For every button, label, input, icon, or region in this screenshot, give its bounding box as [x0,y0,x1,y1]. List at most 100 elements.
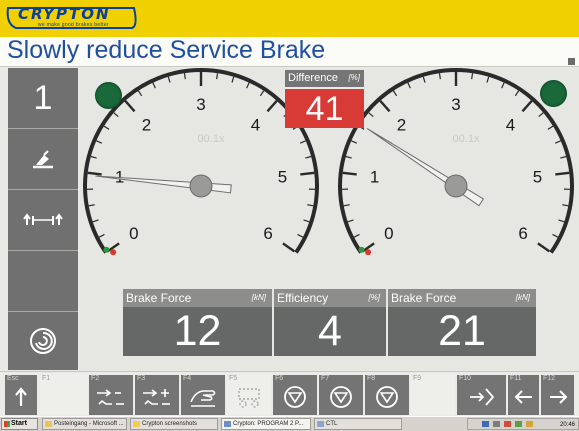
fkey-label: F10 [459,375,472,382]
right-gauge-tick [342,171,357,176]
function-key-bar: Esc F1 F2 F3 F4 F5 F6 F7 F8 F9 F10 F11 F… [0,371,579,416]
left-gauge-tick [90,155,97,159]
right-gauge-tick [538,112,544,118]
top-bar: CRYPTON we make good brakes better [0,0,579,37]
left-gauge-tick [98,233,105,238]
right-gauge-scale-label: 2 [397,116,406,135]
alert-icon[interactable] [526,421,533,427]
network-icon[interactable] [482,421,489,427]
right-gauge-tick [347,219,354,223]
sidebar-item-spiral[interactable] [8,312,78,370]
axle-icon [23,213,63,225]
dashed-vehicle-icon [238,388,260,408]
taskbar-item-outlook[interactable]: Posteingang - Microsoft ... [42,418,127,430]
windows-flag-icon [4,421,10,427]
left-gauge-tick [87,171,102,176]
right-gauge-scale-label: 3 [451,95,460,114]
left-gauge-tick [183,73,186,80]
fkey-label: F6 [275,375,284,382]
logo-tagline: we make good brakes better [38,22,109,28]
taskbar-item-screenshots[interactable]: Crypton screenshots [130,418,218,430]
key-f10[interactable]: F10 [457,375,506,415]
key-f1[interactable]: F1 [40,375,88,415]
right-gauge-tick [552,233,559,238]
left-gauge-tick [216,73,219,80]
sidebar-item-brake[interactable] [8,129,78,190]
difference-unit: [%] [348,73,360,82]
left-gauge-scale-label: 3 [196,95,205,114]
left-gauge-tick [282,242,296,253]
left-gauge-scale-label: 0 [129,224,138,243]
right-gauge-tick [471,73,474,80]
mail-icon [45,421,52,427]
key-f2[interactable]: F2 [89,375,133,415]
right-gauge-tick [537,242,551,253]
left-gauge-zero-green [103,246,110,253]
right-gauge-tick [438,73,441,80]
key-f6[interactable]: F6 [273,375,317,415]
fkey-label: F9 [413,375,422,382]
right-gauge-scale-label: 5 [533,167,542,186]
left-gauge-hub [189,174,213,198]
key-f8[interactable]: F8 [365,375,409,415]
sidebar-item-empty[interactable] [8,251,78,312]
sidebar-item-axle[interactable] [8,190,78,251]
taskbar-item-ctl[interactable]: CTL [314,418,402,430]
task-label: Posteingang - Microsoft ... [54,421,124,427]
task-label: CTL [326,421,338,427]
key-f5[interactable]: F5 [227,375,271,415]
triangle-down-icon [330,386,352,408]
left-gauge-tick [300,171,315,176]
brake-pedal-icon [33,150,53,169]
arrow-enter-icon [469,388,494,406]
difference-header: Difference [%] [285,70,364,87]
arrow-up-icon [15,387,27,406]
left-gauge-tick [297,233,304,238]
left-gauge-tick [299,140,306,144]
fkey-label: F3 [137,375,146,382]
hand-icon [190,390,216,407]
right-gauge-scale-label: 6 [518,224,527,243]
left-gauge-tick [231,76,235,83]
left-brake-force-panel: Brake Force [kN] 12 [123,289,272,356]
right-gauge-zero-red [365,249,372,256]
task-label: Crypton: PROGRAM 2 P... [233,421,304,427]
fkey-label: F5 [229,375,238,382]
update-icon[interactable] [515,421,522,427]
left-gauge-tick [259,90,265,97]
key-f9[interactable]: F9 [411,375,455,415]
left-gauge-tick [88,204,95,207]
right-gauge-scale-label: 4 [506,116,515,135]
shield-icon[interactable] [504,421,511,427]
right-gauge-zero-green [358,246,365,253]
speaker-icon[interactable] [493,421,500,427]
right-gauge-tick [501,82,505,89]
key-f3[interactable]: F3 [135,375,179,415]
start-label: Start [11,420,27,427]
key-esc[interactable]: Esc [5,375,37,415]
right-brake-force-panel: Brake Force [kN] 21 [388,289,536,356]
key-f7[interactable]: F7 [319,375,363,415]
fkey-label: Esc [7,375,19,382]
right-gauge-tick [560,155,567,159]
panel-unit: [kN] [515,293,530,302]
triangle-down-icon [284,386,306,408]
key-f4[interactable]: F4 [181,375,225,415]
left-gauge-tick [137,90,143,97]
right-gauge-tick [547,125,554,130]
left-gauge-watermark: 00.1x [198,133,225,145]
taskbar-item-crypton[interactable]: Crypton: PROGRAM 2 P... [221,418,311,430]
left-gauge-scale-label: 4 [251,116,260,135]
fkey-label: F1 [42,375,51,382]
page-title: Slowly reduce Service Brake [7,36,326,64]
start-button[interactable]: Start [1,418,38,430]
right-gauge-watermark: 00.1x [453,133,480,145]
taskbar-clock: 20:46 [559,422,575,428]
key-f11[interactable]: F11 [508,375,539,415]
left-brake-force-value: 12 [173,307,222,355]
sidebar-item-step[interactable]: 1 [8,68,78,129]
key-f12[interactable]: F12 [541,375,574,415]
panel-label: Brake Force [126,291,192,305]
fkey-label: F8 [367,375,376,382]
right-gauge-tick [555,171,570,176]
